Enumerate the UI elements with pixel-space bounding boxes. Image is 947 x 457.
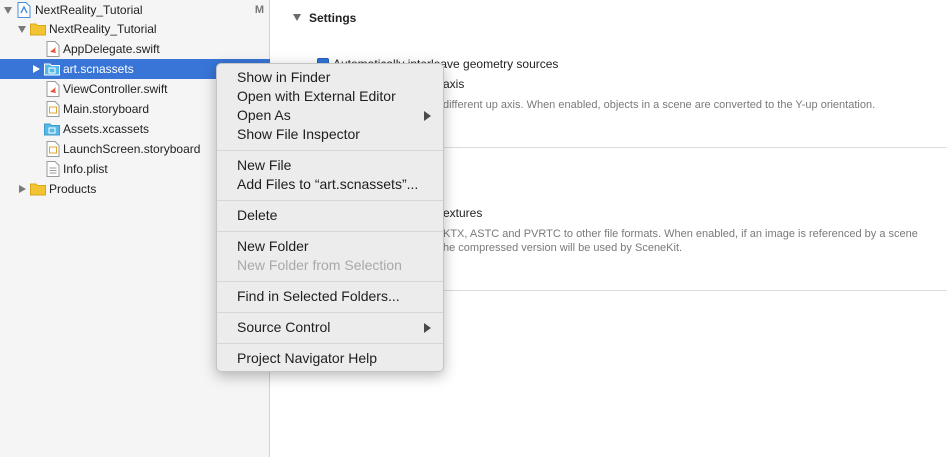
navigator-file-label: AppDelegate.swift bbox=[63, 42, 160, 56]
menu-separator bbox=[217, 200, 443, 201]
navigator-file-label: art.scnassets bbox=[63, 62, 134, 76]
navigator-file-label: LaunchScreen.storyboard bbox=[63, 142, 201, 156]
menu-separator bbox=[217, 281, 443, 282]
textures-description: KTX, ASTC and PVRTC to other file format… bbox=[443, 228, 918, 240]
menu-item-project-navigator-help[interactable]: Project Navigator Help bbox=[217, 349, 443, 368]
scnassets-folder-icon bbox=[44, 63, 60, 76]
modified-badge: M bbox=[254, 4, 264, 16]
navigator-folder-label: NextReality_Tutorial bbox=[49, 22, 157, 36]
disclosure-expanded-icon[interactable] bbox=[293, 14, 301, 21]
navigator-project-row[interactable]: NextReality_Tutorial M bbox=[0, 0, 270, 20]
menu-item-new-file[interactable]: New File bbox=[217, 156, 443, 175]
menu-item-open-as[interactable]: Open As bbox=[217, 106, 443, 125]
settings-title: Settings bbox=[309, 11, 357, 25]
plist-file-icon bbox=[46, 161, 60, 177]
menu-item-open-external-editor[interactable]: Open with External Editor bbox=[217, 87, 443, 106]
menu-item-new-folder[interactable]: New Folder bbox=[217, 237, 443, 256]
textures-description: he compressed version will be used by Sc… bbox=[443, 242, 683, 254]
menu-item-add-files[interactable]: Add Files to “art.scnassets”... bbox=[217, 175, 443, 194]
xcassets-folder-icon bbox=[44, 123, 60, 136]
menu-separator bbox=[217, 312, 443, 313]
navigator-folder-label: Products bbox=[49, 182, 97, 196]
folder-icon bbox=[30, 23, 46, 36]
swift-file-icon bbox=[46, 81, 60, 97]
navigator-file-label: ViewController.swift bbox=[63, 82, 168, 96]
storyboard-file-icon bbox=[46, 101, 60, 117]
navigator-file-label: Assets.xcassets bbox=[63, 122, 150, 136]
navigator-file-label: Info.plist bbox=[63, 162, 108, 176]
submenu-arrow-icon bbox=[424, 323, 431, 333]
xcode-project-icon bbox=[17, 2, 31, 18]
up-axis-description: different up axis. When enabled, objects… bbox=[443, 99, 876, 111]
disclosure-collapsed-icon[interactable] bbox=[17, 184, 27, 194]
swift-file-icon bbox=[46, 41, 60, 57]
textures-label: extures bbox=[443, 206, 483, 220]
menu-item-label: Open As bbox=[237, 107, 291, 123]
disclosure-expanded-icon[interactable] bbox=[17, 24, 27, 34]
menu-item-show-in-finder[interactable]: Show in Finder bbox=[217, 68, 443, 87]
storyboard-file-icon bbox=[46, 141, 60, 157]
context-menu: Show in Finder Open with External Editor… bbox=[216, 63, 444, 372]
navigator-project-label: NextReality_Tutorial bbox=[35, 3, 143, 17]
disclosure-expanded-icon[interactable] bbox=[3, 5, 13, 15]
disclosure-collapsed-icon[interactable] bbox=[31, 64, 41, 74]
navigator-file-row[interactable]: AppDelegate.swift bbox=[0, 39, 270, 59]
menu-item-show-file-inspector[interactable]: Show File Inspector bbox=[217, 125, 443, 144]
up-axis-label: axis bbox=[443, 77, 465, 91]
folder-icon bbox=[30, 183, 46, 196]
menu-item-source-control[interactable]: Source Control bbox=[217, 318, 443, 337]
navigator-file-label: Main.storyboard bbox=[63, 102, 150, 116]
menu-separator bbox=[217, 343, 443, 344]
menu-separator bbox=[217, 150, 443, 151]
menu-separator bbox=[217, 231, 443, 232]
menu-item-new-folder-from-selection: New Folder from Selection bbox=[237, 257, 402, 273]
menu-item-find-in-selected-folders[interactable]: Find in Selected Folders... bbox=[217, 287, 443, 306]
submenu-arrow-icon bbox=[424, 111, 431, 121]
menu-item-delete[interactable]: Delete bbox=[217, 206, 443, 225]
navigator-folder-row[interactable]: NextReality_Tutorial bbox=[0, 19, 270, 39]
menu-item-label: Source Control bbox=[237, 319, 331, 335]
